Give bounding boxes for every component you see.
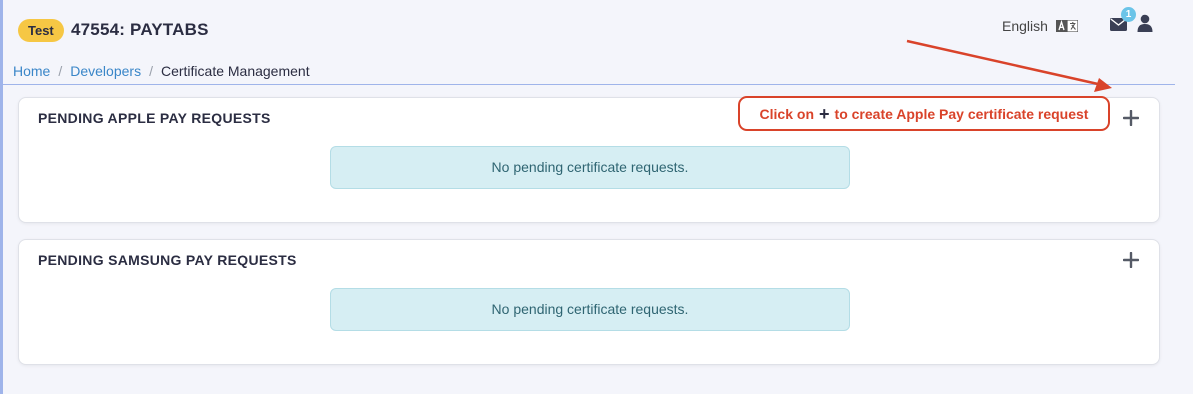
top-bar: Test 47554: PAYTABS English 1	[0, 0, 1193, 58]
merchant-title: 47554: PAYTABS	[71, 20, 209, 39]
breadcrumb-separator: /	[58, 63, 63, 79]
language-translate-icon	[1055, 20, 1078, 32]
callout-prefix: Click on	[759, 105, 815, 122]
add-samsung-pay-request-button[interactable]	[1122, 251, 1140, 269]
breadcrumb-separator: /	[149, 63, 153, 79]
header-divider	[3, 84, 1175, 85]
notification-count-badge: 1	[1121, 7, 1136, 22]
plus-icon	[1122, 251, 1140, 269]
breadcrumb: Home / Developers / Certificate Manageme…	[13, 62, 310, 80]
annotation-callout: Click on + to create Apple Pay certifica…	[738, 96, 1110, 131]
breadcrumb-developers-link[interactable]: Developers	[70, 62, 141, 80]
user-icon[interactable]	[1137, 14, 1153, 32]
language-selector[interactable]: English	[1002, 17, 1078, 35]
language-label: English	[1002, 18, 1048, 34]
callout-plus-symbol: +	[819, 103, 830, 124]
samsung-pay-requests-card: PENDING SAMSUNG PAY REQUESTS No pending …	[18, 239, 1160, 365]
callout-suffix: to create Apple Pay certificate request	[834, 105, 1089, 122]
samsung-pay-empty-alert: No pending certificate requests.	[330, 288, 850, 331]
breadcrumb-current: Certificate Management	[160, 63, 310, 79]
left-rail	[0, 0, 3, 394]
apple-pay-section-title: PENDING APPLE PAY REQUESTS	[38, 110, 271, 126]
plus-icon	[1122, 109, 1140, 127]
add-apple-pay-request-button[interactable]	[1122, 109, 1140, 127]
apple-pay-empty-alert: No pending certificate requests.	[330, 146, 850, 189]
breadcrumb-home-link[interactable]: Home	[13, 62, 50, 80]
samsung-pay-section-title: PENDING SAMSUNG PAY REQUESTS	[38, 252, 297, 268]
environment-badge: Test	[18, 19, 64, 42]
